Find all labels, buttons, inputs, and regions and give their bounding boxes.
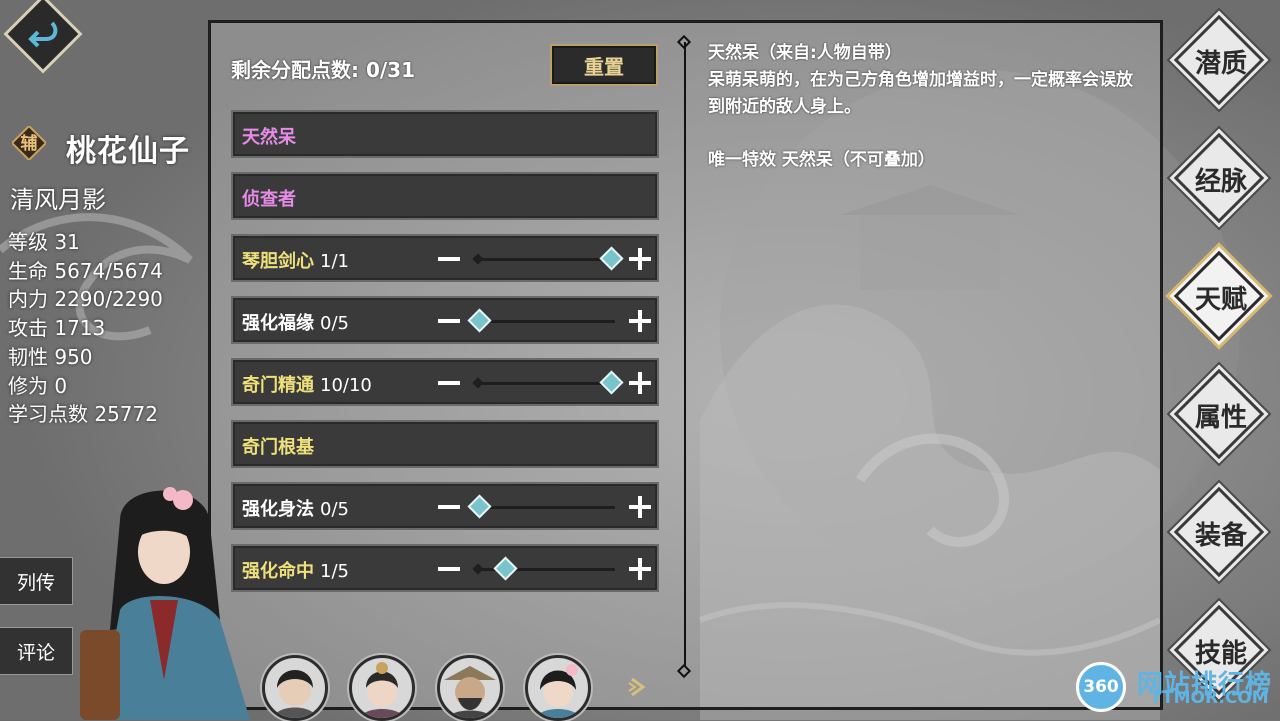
biography-button[interactable]: 列传 — [0, 557, 73, 605]
talent-name: 奇门根基 — [242, 437, 314, 458]
description-effect: 唯一特效 天然呆（不可叠加） — [708, 150, 935, 170]
character-name: 桃花仙子 — [66, 134, 190, 169]
stat-learning-points: 学习点数 25772 — [8, 402, 158, 427]
remaining-points-label: 剩余分配点数: 0/31 — [231, 58, 416, 82]
talent-count: 1/5 — [320, 561, 349, 582]
talent-name: 强化身法 — [242, 499, 314, 520]
tab-potential[interactable]: 潜质 — [1173, 14, 1267, 108]
companion-avatar[interactable] — [525, 655, 591, 721]
stat-toughness: 韧性 950 — [8, 344, 93, 369]
stat-mp: 内力 2290/2290 — [8, 287, 163, 312]
slider-knob[interactable] — [467, 308, 492, 333]
comments-button[interactable]: 评论 — [0, 627, 73, 675]
talent-row[interactable]: 奇门精通 10/10 — [231, 358, 659, 406]
watermark-url: TTMOR.COM — [1150, 688, 1269, 708]
talent-name: 强化福缘 — [242, 313, 314, 334]
tab-label: 潜质 — [1194, 48, 1247, 79]
stat-hp: 生命 5674/5674 — [8, 258, 163, 283]
reset-button[interactable]: 重置 — [550, 44, 658, 86]
slider-track[interactable] — [477, 382, 615, 385]
talent-label: 强化福缘 0/5 — [242, 309, 349, 335]
tab-label: 经脉 — [1194, 166, 1247, 197]
tab-talent[interactable]: 天赋 — [1173, 250, 1267, 344]
talent-label: 强化身法 0/5 — [242, 495, 349, 521]
talent-row[interactable]: 天然呆 — [231, 110, 659, 158]
stat-cultivation: 修为 0 — [8, 373, 68, 398]
increase-button[interactable] — [638, 558, 642, 580]
talent-count: 1/1 — [320, 251, 349, 272]
slider-track[interactable] — [477, 320, 615, 323]
tab-meridian[interactable]: 经脉 — [1173, 132, 1267, 226]
tab-label: 属性 — [1194, 402, 1247, 433]
increase-button[interactable] — [638, 496, 642, 518]
talent-row[interactable]: 侦查者 — [231, 172, 659, 220]
slider-knob[interactable] — [599, 246, 624, 271]
slider-knob[interactable] — [599, 370, 624, 395]
talent-row[interactable]: 奇门根基 — [231, 420, 659, 468]
decrease-button[interactable] — [438, 567, 460, 571]
stat-attack: 攻击 1713 — [8, 316, 106, 341]
talent-name: 天然呆 — [242, 127, 296, 148]
talent-label: 奇门精通 10/10 — [242, 371, 372, 397]
slider-track[interactable] — [477, 506, 615, 509]
role-badge: 辅 — [10, 124, 48, 162]
tab-label: 天赋 — [1194, 284, 1247, 315]
talent-label: 天然呆 — [242, 123, 296, 149]
tab-attributes[interactable]: 属性 — [1173, 368, 1267, 462]
decrease-button[interactable] — [438, 257, 460, 261]
talent-row[interactable]: 强化身法 0/5 — [231, 482, 659, 530]
talent-count: 0/5 — [320, 313, 349, 334]
slider-track[interactable] — [477, 258, 615, 261]
talent-name: 侦查者 — [242, 189, 296, 210]
talent-label: 强化命中 1/5 — [242, 557, 349, 583]
description-title: 天然呆（来自:人物自带） — [708, 43, 902, 63]
talent-row[interactable]: 强化命中 1/5 — [231, 544, 659, 592]
decrease-button[interactable] — [438, 319, 460, 323]
stat-level: 等级 31 — [8, 230, 80, 254]
companion-avatar[interactable] — [349, 655, 415, 721]
slider-knob[interactable] — [493, 556, 518, 581]
increase-button[interactable] — [638, 310, 642, 332]
talent-description: 天然呆（来自:人物自带） 呆萌呆萌的，在为己方角色增加增益时，一定概率会误放到附… — [708, 40, 1148, 174]
panel-divider — [684, 42, 686, 674]
talent-name: 琴胆剑心 — [242, 251, 314, 272]
svg-text:辅: 辅 — [21, 133, 38, 154]
increase-button[interactable] — [638, 248, 642, 270]
talent-count: 10/10 — [320, 375, 372, 396]
companion-avatar[interactable] — [437, 655, 503, 721]
next-arrow-icon[interactable] — [628, 676, 648, 698]
tab-label: 装备 — [1194, 520, 1247, 551]
talent-label: 琴胆剑心 1/1 — [242, 247, 349, 273]
talent-label: 奇门根基 — [242, 433, 314, 459]
watermark-logo: 360 — [1076, 662, 1126, 712]
decrease-button[interactable] — [438, 505, 460, 509]
companion-avatar[interactable] — [262, 655, 328, 721]
decrease-button[interactable] — [438, 381, 460, 385]
talent-label: 侦查者 — [242, 185, 296, 211]
talent-name: 奇门精通 — [242, 375, 314, 396]
tab-equipment[interactable]: 装备 — [1173, 486, 1267, 580]
talent-count: 0/5 — [320, 499, 349, 520]
character-stats: 等级 31 生命 5674/5674 内力 2290/2290 攻击 1713 … — [8, 228, 163, 429]
description-body: 呆萌呆萌的，在为己方角色增加增益时，一定概率会误放到附近的敌人身上。 — [708, 70, 1133, 117]
talent-row[interactable]: 琴胆剑心 1/1 — [231, 234, 659, 282]
slider-knob[interactable] — [467, 494, 492, 519]
character-title: 清风月影 — [10, 186, 106, 214]
return-arrow-icon — [21, 12, 65, 56]
talent-row[interactable]: 强化福缘 0/5 — [231, 296, 659, 344]
increase-button[interactable] — [638, 372, 642, 394]
talent-name: 强化命中 — [242, 561, 314, 582]
